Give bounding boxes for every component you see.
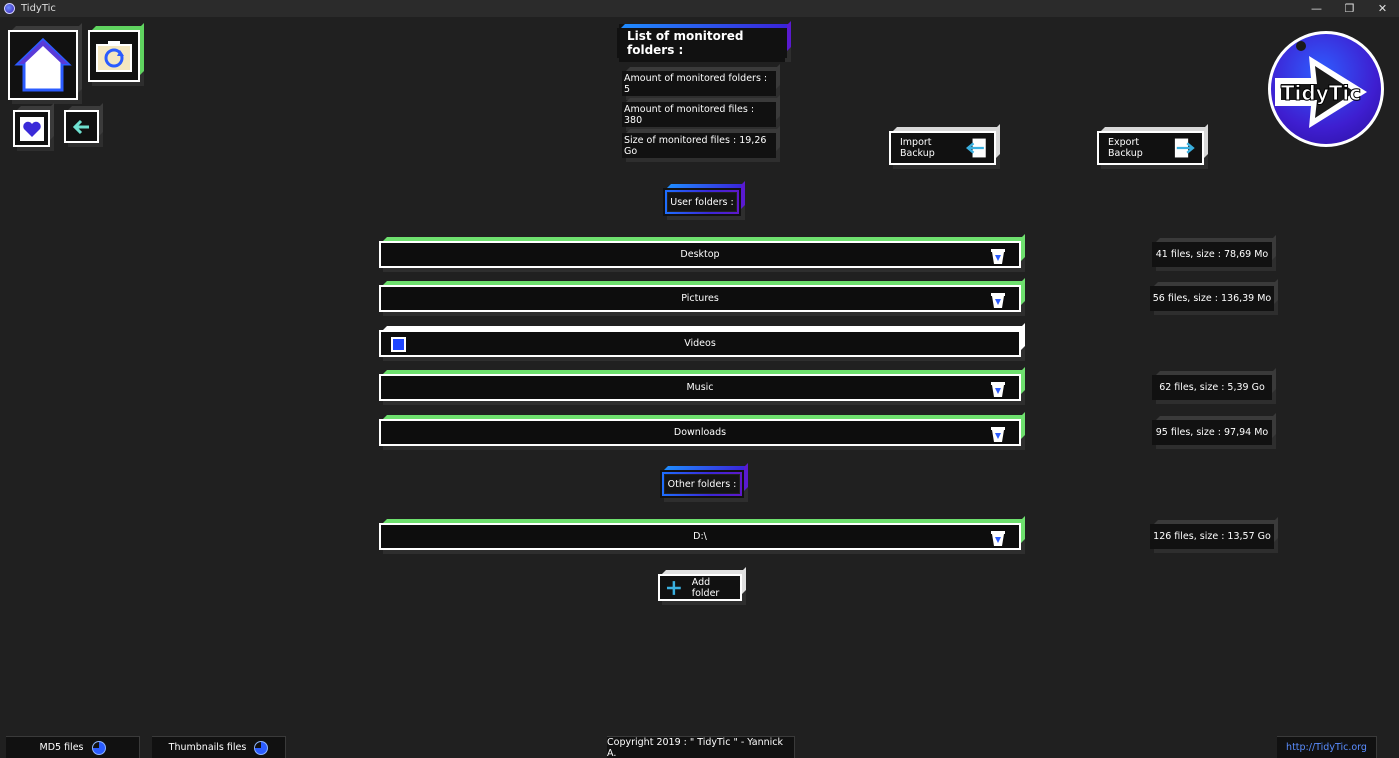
tidytic-logo: TidyTic [1268,31,1384,147]
copyright-notice: Copyright 2019 : " TidyTic " - Yannick A… [607,736,795,758]
arrow-left-icon [72,119,89,134]
folder-name: Videos [684,338,716,349]
minimize-button[interactable]: — [1300,0,1333,17]
export-icon [1175,138,1196,158]
folder-stats: 126 files, size : 13,57 Go [1150,524,1274,549]
stat-size: Size of monitored files : 19,26 Go [622,133,776,158]
folder-stats-text: 62 files, size : 5,39 Go [1159,382,1265,393]
app-window: TidyTic — ❐ ✕ List of monitored folders … [0,0,1399,758]
duplicates-button[interactable] [88,30,140,82]
folder-name: Downloads [673,427,727,438]
heart-icon [19,116,44,141]
back-button[interactable] [64,110,99,143]
folder-stats: 62 files, size : 5,39 Go [1152,375,1272,400]
logo-text: TidyTic [1281,81,1361,105]
home-button[interactable] [8,30,78,100]
import-backup-button[interactable]: Import Backup [889,131,996,165]
trash-icon[interactable] [989,529,1007,547]
app-logo-icon [4,3,15,14]
thumbnails-files-indicator[interactable]: Thumbnails files [152,736,286,758]
stat-folders-text: Amount of monitored folders : 5 [624,72,768,95]
window-title: TidyTic [21,3,56,14]
logo-arrow-icon: TidyTic [1275,41,1367,128]
add-folder-label: Add folder [691,576,720,599]
folder-bar[interactable]: Videos [379,330,1021,357]
website-link[interactable]: http://TidyTic.org [1277,736,1377,758]
close-button[interactable]: ✕ [1366,0,1399,17]
refresh-photo-icon [96,41,132,72]
folder-bar[interactable]: Downloads [379,419,1021,446]
trash-icon[interactable] [989,425,1007,443]
folder-stats-text: 126 files, size : 13,57 Go [1153,531,1271,542]
title-bar: TidyTic — ❐ ✕ [0,0,1399,17]
stat-files-text: Amount of monitored files : 380 [624,103,755,126]
favorites-button[interactable] [13,110,50,147]
trash-icon[interactable] [989,380,1007,398]
stat-folders: Amount of monitored folders : 5 [622,71,776,96]
stat-files: Amount of monitored files : 380 [622,102,776,127]
window-controls: — ❐ ✕ [1300,0,1399,17]
add-folder-button[interactable]: Add folder [658,574,742,601]
folder-bar[interactable]: Desktop [379,241,1021,268]
website-link-text[interactable]: http://TidyTic.org [1286,742,1367,753]
loading-spinner-icon [254,740,269,755]
folder-name: Pictures [681,293,719,304]
restore-button[interactable]: ❐ [1333,0,1366,17]
folder-bar[interactable]: D:\ [379,523,1021,550]
plus-icon [666,580,681,595]
folder-stats: 95 files, size : 97,94 Mo [1152,420,1272,445]
copyright-text: Copyright 2019 : " TidyTic " - Yannick A… [607,736,784,758]
folder-stats-text: 56 files, size : 136,39 Mo [1152,293,1272,304]
folder-name: D:\ [693,531,707,542]
user-folders-label-text: User folders : [667,192,737,212]
other-folders-label: Other folders : [660,470,744,498]
folder-stats-text: 95 files, size : 97,94 Mo [1155,427,1269,438]
trash-icon[interactable] [989,291,1007,309]
folder-bar[interactable]: Music [379,374,1021,401]
import-backup-label: Import Backup [900,137,935,159]
md5-files-label: MD5 files [39,742,84,753]
folder-stats: 41 files, size : 78,69 Mo [1152,242,1272,267]
trash-icon[interactable] [989,247,1007,265]
md5-files-indicator[interactable]: MD5 files [6,736,140,758]
checkbox-icon[interactable] [391,337,406,352]
export-backup-button[interactable]: Export Backup [1097,131,1204,165]
page-title: List of monitored folders : [617,24,787,62]
export-backup-label: Export Backup [1108,137,1143,159]
folder-name: Desktop [680,249,720,260]
folder-bar[interactable]: Pictures [379,285,1021,312]
other-folders-label-text: Other folders : [664,474,740,494]
home-icon [14,37,72,92]
folder-stats: 56 files, size : 136,39 Mo [1150,286,1274,311]
thumbnails-files-label: Thumbnails files [168,742,247,753]
stat-size-text: Size of monitored files : 19,26 Go [624,134,767,157]
loading-spinner-icon [91,740,106,755]
user-folders-label: User folders : [663,188,741,216]
folder-name: Music [686,382,714,393]
import-icon [966,138,987,158]
folder-stats-text: 41 files, size : 78,69 Mo [1155,249,1269,260]
page-title-text: List of monitored folders : [619,24,785,62]
